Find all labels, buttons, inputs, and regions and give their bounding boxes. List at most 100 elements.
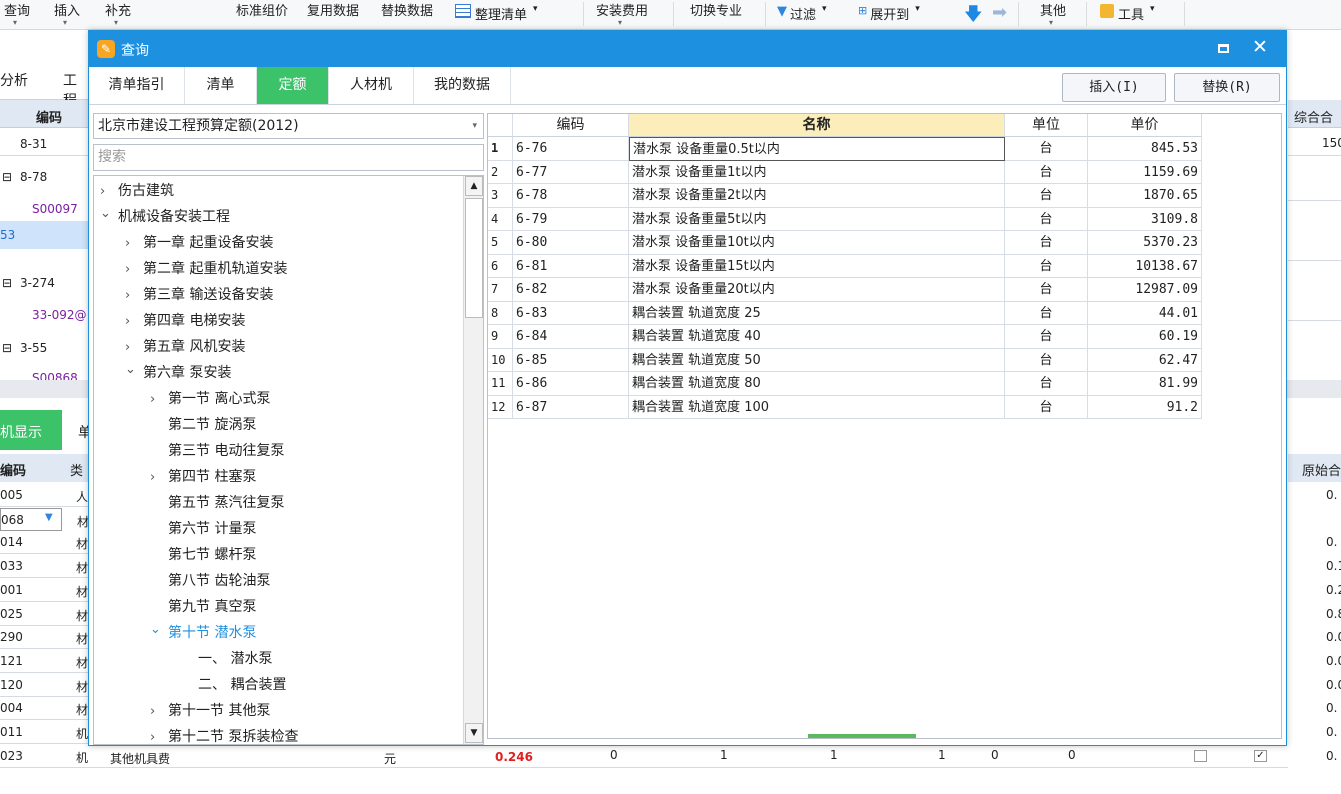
toolbar-filter[interactable]: ▼ 过滤 ▾ (777, 4, 827, 32)
tree-node[interactable]: 第六节 计量泵 (150, 516, 256, 542)
tree-node[interactable]: 第三节 电动往复泵 (150, 438, 284, 464)
bg-lower-row[interactable]: 068 材 ▼ (0, 507, 89, 531)
toolbar-other[interactable]: 其他 ▾ (1040, 0, 1066, 28)
bg-row-code[interactable]: S00097 (32, 202, 78, 216)
bg-lower-row[interactable]: 033 材 (0, 555, 89, 579)
tab-list[interactable]: 清单 (185, 67, 257, 104)
bg-lower-row[interactable]: 005 人 (0, 484, 88, 507)
tree-node[interactable]: 二、 耦合装置 (180, 672, 286, 698)
tree-node[interactable]: › 第四节 柱塞泵 (150, 464, 256, 490)
toolbar-organize-list[interactable]: 整理清单 ▾ (455, 4, 538, 32)
scroll-thumb[interactable] (465, 198, 483, 318)
cell-code: 6-84 (513, 325, 629, 349)
tree-node[interactable]: ⌄ 机械设备安装工程 (100, 204, 230, 230)
toolbar-standard-pricing[interactable]: 标准组价 (236, 0, 288, 28)
tree-node[interactable]: 第二节 旋涡泵 (150, 412, 256, 438)
toolbar-switch-major[interactable]: 切换专业 (690, 0, 742, 28)
chevron-right-icon[interactable]: › (150, 725, 168, 744)
bg-row-code[interactable]: 33-092@ (32, 308, 87, 322)
toolbar-supplement[interactable]: 补充 ▾ (105, 0, 131, 28)
close-icon[interactable]: ✕ (1252, 36, 1268, 58)
collapse-icon[interactable]: ⊟ (2, 276, 12, 290)
chevron-right-icon[interactable]: › (150, 465, 168, 491)
tree-node[interactable]: ⌄ 第十节 潜水泵 (150, 620, 256, 646)
maximize-icon[interactable] (1218, 44, 1229, 53)
bg-lower-row[interactable]: 014 材 (0, 531, 88, 555)
checkbox[interactable] (1194, 750, 1207, 762)
tab-labor-material-machine[interactable]: 人材机 (329, 67, 414, 104)
bg-lower-row[interactable]: 121 材 (0, 650, 88, 673)
quota-library-select[interactable]: 北京市建设工程预算定额(2012) ▾ (93, 113, 484, 139)
tab-list-guide[interactable]: 清单指引 (89, 67, 185, 104)
bg-lower-row[interactable]: 120 材 (0, 674, 88, 697)
tree-node[interactable]: › 第五章 风机安装 (125, 334, 245, 360)
toolbar-expand-to[interactable]: ⊞ 展开到 ▾ (858, 4, 920, 32)
dropdown-arrow-icon[interactable]: ▼ (45, 512, 53, 523)
bg-lower-tab-machine[interactable]: 机显示 (0, 422, 42, 442)
toolbar-replace-data[interactable]: 替换数据 (381, 0, 433, 28)
arrow-right-icon[interactable]: ➡ (992, 2, 1007, 30)
cell-code: 6-86 (513, 372, 629, 396)
bg-lower-row[interactable]: 004 材 (0, 697, 88, 721)
bg-row-code[interactable]: 3-55 (20, 341, 47, 355)
panel-collapse-handle[interactable] (808, 734, 916, 738)
tab-my-data[interactable]: 我的数据 (414, 67, 511, 104)
tree-node-label: 第四章 电梯安装 (143, 313, 246, 329)
toolbar-query[interactable]: 查询 ▾ (4, 0, 30, 28)
checkbox-checked[interactable]: ✓ (1254, 750, 1267, 762)
bg-row-code[interactable]: 53 (0, 228, 15, 242)
tree-scrollbar[interactable]: ▲ ▼ (463, 176, 483, 744)
bg-lower-row[interactable]: 025 材 (0, 603, 88, 626)
grid-header-code[interactable]: 编码 (513, 114, 629, 137)
tree-node[interactable]: › 第十一节 其他泵 (150, 698, 270, 724)
grid-header-price[interactable]: 单价 (1088, 114, 1202, 137)
replace-button[interactable]: 替换(R) (1174, 73, 1280, 102)
bg-lower-row[interactable]: 290 材 (0, 626, 88, 650)
chevron-right-icon[interactable]: › (150, 387, 168, 413)
grid-header-unit[interactable]: 单位 (1005, 114, 1088, 137)
chevron-right-icon[interactable]: › (150, 699, 168, 725)
tree-node[interactable]: ⌄ 第六章 泵安装 (125, 360, 231, 386)
bg-lower-row[interactable]: 011 机 (0, 721, 88, 744)
chevron-right-icon[interactable]: › (125, 257, 143, 283)
tree-node[interactable]: › 第三章 输送设备安装 (125, 282, 273, 308)
bg-lower-row[interactable]: 001 材 (0, 579, 88, 602)
tree-node[interactable]: 第七节 螺杆泵 (150, 542, 256, 568)
bg-row-code[interactable]: 3-274 (20, 276, 55, 290)
tree-node[interactable]: › 第四章 电梯安装 (125, 308, 245, 334)
toolbar-reuse-data[interactable]: 复用数据 (307, 0, 359, 28)
bg-last-row[interactable]: 其他机具费 元 0.246 0 1 1 1 0 0 ✓ (88, 746, 1288, 768)
chevron-right-icon[interactable]: › (125, 309, 143, 335)
scroll-down-icon[interactable]: ▼ (465, 723, 483, 743)
tree-node[interactable]: › 第二章 起重机轨道安装 (125, 256, 287, 282)
search-input[interactable]: 搜索 (93, 144, 484, 171)
toolbar-insert[interactable]: 插入 ▾ (54, 0, 80, 28)
chevron-down-icon[interactable]: ⌄ (125, 357, 143, 383)
tree-node[interactable]: 第八节 齿轮油泵 (150, 568, 270, 594)
chevron-right-icon[interactable]: › (125, 283, 143, 309)
tree-node[interactable]: 第五节 蒸汽往复泵 (150, 490, 284, 516)
dialog-title-bar[interactable]: ✎ 查询 ✕ (89, 31, 1286, 67)
bg-lower-value: 0. (1326, 488, 1338, 502)
grid-header-name[interactable]: 名称 (629, 114, 1005, 137)
chevron-down-icon[interactable]: ⌄ (150, 617, 168, 643)
tree-node[interactable]: 一、 潜水泵 (180, 646, 272, 672)
arrow-down-icon[interactable]: 🡇 (964, 2, 983, 30)
tree-node[interactable]: › 第一节 离心式泵 (150, 386, 270, 412)
tree-node[interactable]: › 第十二节 泵拆装检查 (150, 724, 298, 744)
scroll-up-icon[interactable]: ▲ (465, 176, 483, 196)
toolbar-install-fee[interactable]: 安装费用 ▾ (596, 0, 648, 28)
bg-row-code[interactable]: 8-31 (20, 137, 47, 151)
bg-tab-analysis[interactable]: 分析 (0, 70, 28, 90)
tree-node[interactable]: › 第一章 起重设备安装 (125, 230, 273, 256)
bg-lower-type: 材 (76, 561, 89, 576)
bg-lower-row[interactable]: 023 机 (0, 745, 88, 768)
chevron-right-icon[interactable]: › (125, 231, 143, 257)
chevron-down-icon[interactable]: ⌄ (100, 201, 118, 227)
tab-quota[interactable]: 定额 (257, 67, 329, 104)
collapse-icon[interactable]: ⊟ (2, 170, 12, 184)
bg-row-code[interactable]: 8-78 (20, 170, 47, 184)
toolbar-tools[interactable]: 工具 ▾ (1100, 4, 1155, 32)
insert-button[interactable]: 插入(I) (1062, 73, 1166, 102)
collapse-icon[interactable]: ⊟ (2, 341, 12, 355)
